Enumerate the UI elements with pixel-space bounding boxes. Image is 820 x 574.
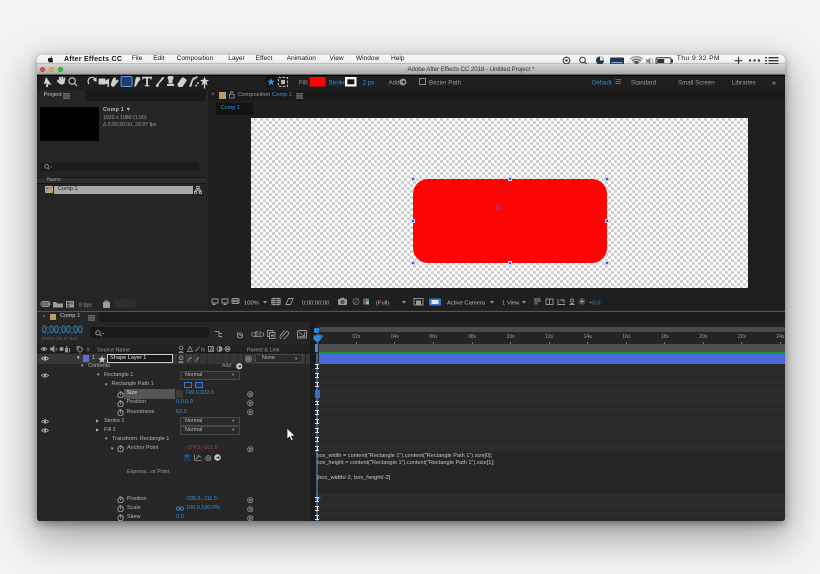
svg-text:0;00;00;00: 0;00;00;00 <box>302 301 329 307</box>
svg-text:(Full): (Full) <box>376 301 389 307</box>
svg-text:+0.0: +0.0 <box>589 301 600 307</box>
svg-text:2 px: 2 px <box>363 80 376 87</box>
svg-text:1 View: 1 View <box>502 301 520 307</box>
svg-text:Libraries: Libraries <box>732 80 756 87</box>
svg-text:Small Screen: Small Screen <box>678 80 715 87</box>
svg-text:Bezier Path: Bezier Path <box>429 80 462 87</box>
svg-text:100%: 100% <box>244 301 259 307</box>
svg-text:fx: fx <box>201 347 205 353</box>
svg-text:Default: Default <box>592 80 612 87</box>
svg-text:Active Camera: Active Camera <box>447 301 486 307</box>
svg-text:8 bpc: 8 bpc <box>79 303 92 309</box>
svg-text:Standard: Standard <box>631 80 657 87</box>
svg-text:Fill:: Fill: <box>299 80 309 87</box>
svg-text:#: # <box>87 348 90 354</box>
svg-text:Parent & Link: Parent & Link <box>247 347 280 353</box>
svg-text:Source Name: Source Name <box>97 348 130 354</box>
svg-text:Add:: Add: <box>389 80 402 87</box>
svg-text:»: » <box>772 78 776 87</box>
